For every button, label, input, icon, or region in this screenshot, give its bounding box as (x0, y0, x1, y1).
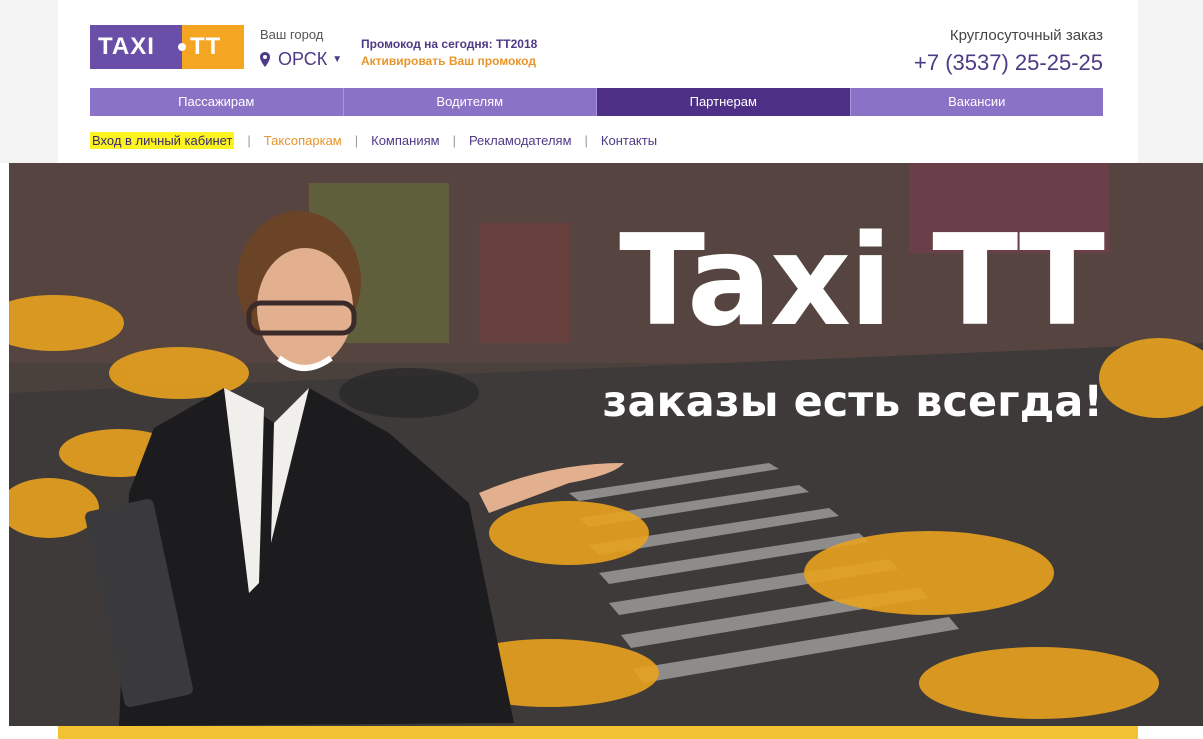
site-logo[interactable]: TAXI TT (90, 25, 244, 69)
hero-bottom-strip (58, 726, 1138, 739)
sub-nav-contacts[interactable]: Контакты (601, 132, 657, 149)
sub-nav-divider: | (354, 132, 359, 148)
sub-nav-divider: | (247, 132, 251, 148)
sub-nav-taxi-parks[interactable]: Таксопаркам (264, 132, 342, 149)
site-header: TAXI TT Ваш город ОРСК ▼ Промокод на сег… (58, 0, 1138, 163)
sub-nav-advertisers[interactable]: Рекламодателям (469, 132, 572, 149)
chevron-down-icon: ▼ (332, 54, 343, 65)
tab-partners[interactable]: Партнерам (597, 88, 851, 116)
main-nav: Пассажирам Водителям Партнерам Вакансии (90, 88, 1103, 116)
sub-nav-companies[interactable]: Компаниям (371, 132, 439, 149)
location-pin-icon (260, 51, 270, 67)
tab-drivers[interactable]: Водителям (343, 88, 597, 116)
order-phone-link[interactable]: +7 (3537) 25-25-25 (914, 50, 1103, 76)
promo-text: Промокод на сегодня: TT2018 (361, 37, 538, 51)
sub-nav-divider: | (584, 132, 588, 148)
sub-nav: Вход в личный кабинет | Таксопаркам | Ко… (90, 130, 657, 150)
city-select[interactable]: ОРСК ▼ (258, 49, 342, 70)
hero-banner: Taxi TT заказы есть всегда! (9, 163, 1203, 726)
city-label: Ваш город (260, 27, 324, 42)
tab-passengers[interactable]: Пассажирам (90, 88, 344, 116)
page-side-left (0, 0, 58, 163)
logo-tt: TT (182, 25, 244, 69)
sub-nav-cabinet-login[interactable]: Вход в личный кабинет (90, 131, 235, 149)
city-value: ОРСК (278, 49, 328, 69)
logo-taxi: TAXI (90, 25, 186, 69)
logo-dot-icon (178, 43, 186, 51)
tab-vacancies[interactable]: Вакансии (850, 88, 1103, 116)
hero-title: Taxi TT (619, 207, 1105, 354)
sub-nav-divider: | (452, 132, 456, 148)
hero-subtitle: заказы есть всегда! (602, 377, 1103, 427)
page-side-right (1138, 0, 1203, 163)
activate-promo-link[interactable]: Активировать Ваш промокод (361, 54, 536, 68)
order-label: Круглосуточный заказ (949, 27, 1103, 44)
